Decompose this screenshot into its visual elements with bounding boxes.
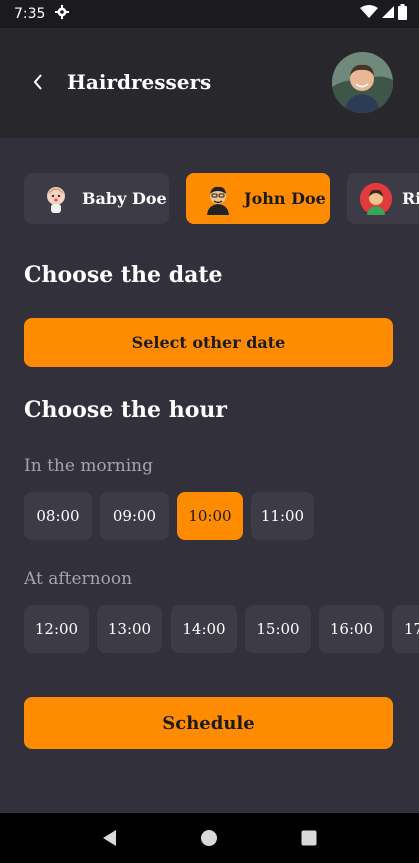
hour-slot-1500[interactable]: 15:00 [245, 605, 311, 653]
morning-hours: 08:00 09:00 10:00 11:00 [24, 492, 419, 540]
hour-slot-1300[interactable]: 13:00 [97, 605, 162, 653]
afternoon-label: At afternoon [24, 569, 133, 589]
afternoon-hours: 12:00 13:00 14:00 15:00 16:00 17 [24, 605, 419, 653]
hairdresser-list: Baby Doe John Doe Ri [24, 173, 419, 225]
date-section-title: Choose the date [24, 262, 223, 288]
hairdresser-chip-john-doe[interactable]: John Doe [186, 173, 330, 224]
baby-avatar-icon [40, 183, 72, 215]
schedule-button[interactable]: Schedule [24, 697, 393, 749]
hour-slot-1000[interactable]: 10:00 [177, 492, 243, 540]
page-title: Hairdressers [67, 70, 212, 94]
hour-section-title: Choose the hour [24, 397, 227, 423]
app-bar: Hairdressers [0, 28, 419, 138]
status-time: 7:35 [14, 6, 46, 22]
hour-slot-1700[interactable]: 17 [392, 605, 419, 653]
morning-label: In the morning [24, 456, 154, 476]
select-other-date-button[interactable]: Select other date [24, 318, 393, 367]
status-bar: 7:35 [0, 0, 419, 28]
hour-slot-1200[interactable]: 12:00 [24, 605, 89, 653]
recents-square-icon[interactable] [289, 818, 329, 858]
hour-slot-0800[interactable]: 08:00 [24, 492, 92, 540]
user-avatar[interactable] [332, 52, 393, 113]
chevron-left-icon [33, 74, 42, 90]
hairdresser-name: Ri [402, 189, 419, 208]
hour-slot-1100[interactable]: 11:00 [251, 492, 314, 540]
wifi-icon [360, 5, 378, 23]
gear-icon [55, 5, 70, 23]
back-triangle-icon[interactable] [90, 818, 130, 858]
signal-icon [382, 5, 394, 23]
hairdresser-name: John Doe [244, 189, 326, 208]
woman-avatar-icon [360, 182, 392, 215]
hairdresser-chip-baby-doe[interactable]: Baby Doe [24, 173, 169, 224]
hour-slot-1600[interactable]: 16:00 [319, 605, 384, 653]
hour-slot-1400[interactable]: 14:00 [171, 605, 237, 653]
battery-icon [398, 4, 407, 24]
back-button[interactable] [26, 70, 50, 94]
system-nav-bar [0, 813, 419, 863]
hairdresser-chip-ri[interactable]: Ri [347, 173, 419, 224]
hairdresser-name: Baby Doe [82, 189, 167, 208]
hour-slot-0900[interactable]: 09:00 [100, 492, 169, 540]
man-avatar-icon [202, 183, 234, 215]
home-circle-icon[interactable] [189, 818, 229, 858]
